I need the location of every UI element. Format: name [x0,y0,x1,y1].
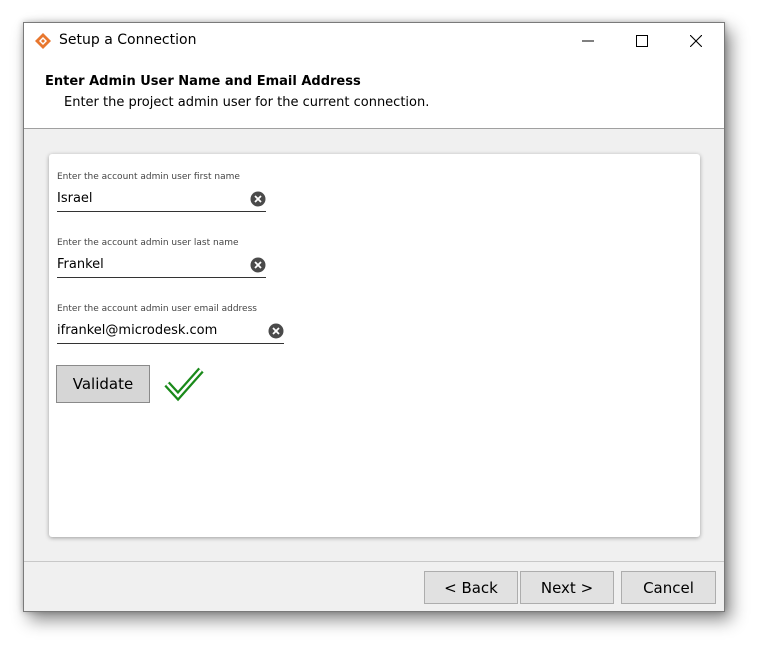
cancel-button[interactable]: Cancel [621,571,716,604]
email-field: Enter the account admin user email addre… [57,304,284,344]
wizard-header: Enter Admin User Name and Email Address … [24,59,724,129]
last-name-value: Frankel [57,257,104,272]
maximize-icon [636,35,648,47]
setup-connection-window: Setup a Connection Enter Admin User Name… [23,22,725,612]
maximize-button[interactable] [615,23,669,59]
clear-last-name-icon[interactable] [250,257,266,273]
close-icon [690,35,702,47]
close-button[interactable] [669,23,723,59]
last-name-input[interactable]: Frankel [57,255,266,278]
title-bar[interactable]: Setup a Connection [24,23,724,59]
window-title: Setup a Connection [59,32,197,48]
first-name-label: Enter the account admin user first name [57,172,240,182]
app-logo-icon [35,33,51,49]
validate-button[interactable]: Validate [56,365,150,403]
form-panel: Enter the account admin user first name … [49,154,700,537]
last-name-label: Enter the account admin user last name [57,238,239,248]
clear-email-icon[interactable] [268,323,284,339]
checkmark-icon [164,367,204,402]
first-name-value: Israel [57,191,93,206]
minimize-button[interactable] [561,23,615,59]
first-name-field: Enter the account admin user first name … [57,172,266,212]
email-label: Enter the account admin user email addre… [57,304,257,314]
email-input[interactable]: ifrankel@microdesk.com [57,321,284,344]
header-subtitle: Enter the project admin user for the cur… [64,95,430,110]
footer-divider [24,561,724,562]
first-name-input[interactable]: Israel [57,189,266,212]
last-name-field: Enter the account admin user last name F… [57,238,266,278]
minimize-icon [582,40,594,42]
clear-first-name-icon[interactable] [250,191,266,207]
header-title: Enter Admin User Name and Email Address [45,74,361,89]
email-value: ifrankel@microdesk.com [57,323,218,338]
back-button[interactable]: < Back [424,571,518,604]
next-button[interactable]: Next > [520,571,614,604]
